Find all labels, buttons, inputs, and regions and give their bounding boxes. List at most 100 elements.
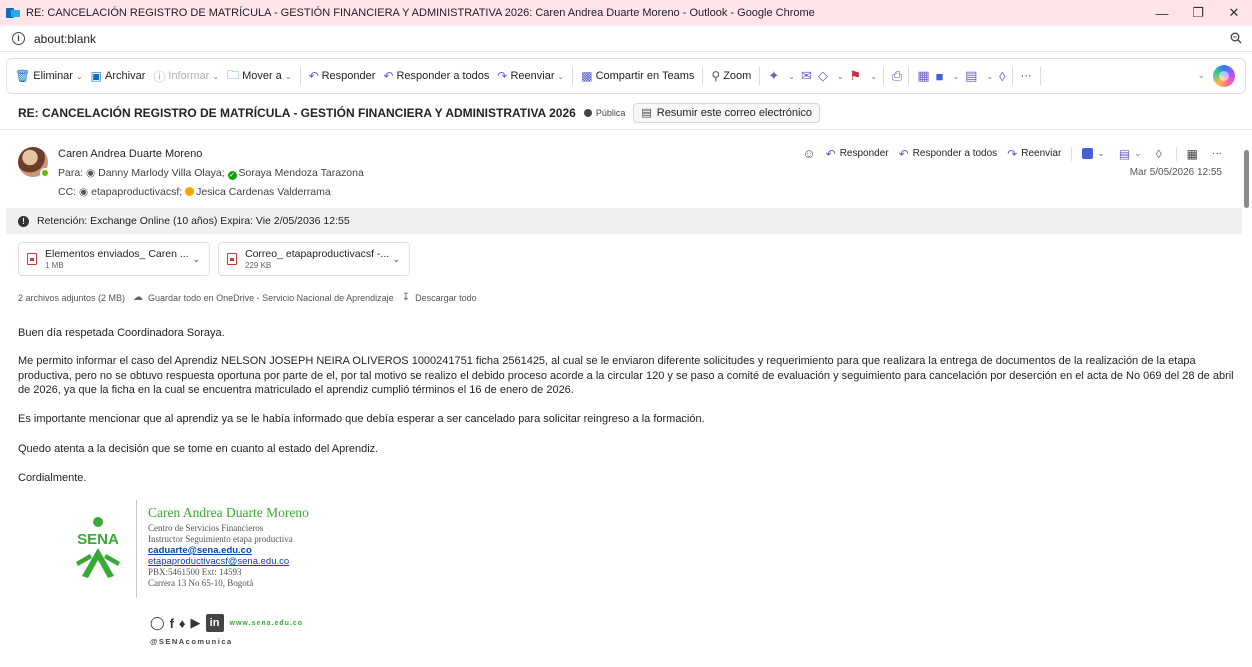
recipient-cc-2[interactable]: Jesica Cardenas Valderrama: [196, 186, 331, 198]
attachment-size: 229 KB: [245, 261, 272, 270]
summary-icon: ▤: [641, 107, 652, 119]
avatar[interactable]: [18, 147, 50, 178]
social-links: ◯ f ♦ ▶ in www.sena.edu.co: [150, 614, 303, 632]
retention-banner: ! Retención: Exchange Online (10 años) E…: [6, 208, 1242, 234]
chevron-down-icon[interactable]: ⌄: [986, 72, 993, 81]
planner-action[interactable]: ▤ ⌄: [1119, 147, 1146, 161]
toolbar-divider: [882, 67, 884, 85]
download-all-link[interactable]: Descargar todo: [415, 293, 477, 303]
download-icon: ↧: [401, 292, 411, 303]
minimize-button[interactable]: —: [1144, 0, 1180, 26]
website-link[interactable]: www.sena.edu.co: [230, 620, 303, 627]
chevron-down-icon: ⌄: [1097, 148, 1105, 158]
twitter-icon[interactable]: ♦: [179, 616, 186, 631]
message-date: Mar 5/05/2026 12:55: [1129, 167, 1222, 178]
close-button[interactable]: ✕: [1216, 0, 1252, 26]
apps-icon[interactable]: ▦: [917, 68, 929, 84]
email-link[interactable]: etapaproductivacsf@sena.edu.co: [148, 556, 309, 567]
print-icon[interactable]: ⎙: [892, 68, 902, 84]
archive-button[interactable]: ▣ Archivar: [91, 69, 146, 83]
subject-row: RE: CANCELACIÓN REGISTRO DE MATRÍCULA - …: [0, 96, 1252, 130]
chevron-down-icon[interactable]: ⌄: [192, 254, 200, 265]
scrollbar[interactable]: [1240, 130, 1252, 667]
chevron-down-icon[interactable]: ⌄: [558, 72, 565, 81]
trash-icon: 🗑: [15, 69, 31, 83]
chevron-down-icon[interactable]: ⌄: [285, 72, 292, 81]
tag-icon[interactable]: ◇: [818, 68, 828, 84]
linkedin-icon[interactable]: in: [205, 614, 224, 632]
copilot-icon[interactable]: [1213, 65, 1235, 87]
body-closing: Cordialmente.: [18, 472, 87, 484]
message-actions: ☺ ↶ Responder ↶ Responder a todos ↷ Reenvia…: [802, 146, 1222, 161]
reply-all-button[interactable]: ↶ Responder a todos: [383, 69, 489, 83]
apps-action[interactable]: ▦: [1187, 147, 1202, 161]
sena-logo: SENA: [76, 517, 120, 578]
forward-action-button[interactable]: ↷ Reenviar: [1007, 147, 1061, 161]
flag-icon[interactable]: ⚑: [850, 68, 862, 84]
more-options-button[interactable]: ···: [1021, 70, 1032, 82]
report-button[interactable]: ⓘ Informar ⌄: [153, 68, 219, 85]
zoom-button[interactable]: ⚲ Zoom: [711, 69, 751, 83]
loop-icon: ◊: [1155, 146, 1162, 161]
info-icon: !: [18, 215, 29, 227]
chevron-down-icon[interactable]: ⌄: [952, 72, 959, 81]
file-icon: [227, 253, 237, 265]
to-line: Para: ◉ Danny Marlody Villa Olaya; ✓ Sora…: [58, 167, 364, 180]
loop-action[interactable]: ◊: [1156, 147, 1166, 161]
forward-button[interactable]: ↷ Reenviar ⌄: [497, 69, 564, 83]
reply-action-button[interactable]: ↶ Responder: [826, 147, 889, 161]
chevron-down-icon: ⌄: [1134, 148, 1142, 158]
sena-logo-text: SENA: [77, 531, 119, 548]
recipient-status-icon: ◉: [79, 186, 89, 198]
save-onedrive-link[interactable]: Guardar todo en OneDrive - Servicio Naci…: [148, 293, 394, 303]
teams-icon: ▩: [581, 69, 593, 83]
chevron-down-icon[interactable]: ⌄: [392, 254, 400, 265]
info-icon[interactable]: i: [12, 32, 25, 45]
chevron-down-icon[interactable]: ⌄: [212, 72, 219, 81]
loop-icon[interactable]: ◊: [999, 69, 1005, 84]
attachment-size: 1 MB: [45, 261, 64, 270]
recipient-to-2[interactable]: Soraya Mendoza Tarazona: [239, 167, 364, 179]
toolbar-divider: [1039, 67, 1041, 85]
attachment-card[interactable]: Correo_ etapaproductivacsf -... 229 KB ⌄: [218, 242, 410, 276]
shield-icon: ⓘ: [153, 69, 166, 84]
pdf-action[interactable]: ⌄: [1082, 148, 1109, 159]
actions-divider: [1175, 146, 1177, 161]
attachment-card[interactable]: Elementos enviados_ Caren ... 1 MB ⌄: [18, 242, 210, 276]
message-subject: RE: CANCELACIÓN REGISTRO DE MATRÍCULA - …: [18, 105, 576, 120]
actions-divider: [1071, 146, 1073, 161]
reply-all-action-button[interactable]: ↶ Responder a todos: [899, 147, 998, 161]
url-field[interactable]: about:blank: [34, 32, 96, 46]
mark-unread-icon[interactable]: ✉: [801, 68, 812, 84]
recipient-cc-1[interactable]: etapaproductivacsf;: [91, 186, 182, 198]
share-teams-button[interactable]: ▩ Compartir en Teams: [581, 69, 694, 83]
zoom-icon[interactable]: [1230, 32, 1242, 44]
forward-icon: ↷: [1007, 146, 1018, 161]
chevron-down-icon[interactable]: ⌄: [837, 72, 844, 81]
restore-button[interactable]: ❐: [1180, 0, 1216, 26]
instagram-icon[interactable]: ◯: [150, 615, 165, 631]
chevron-down-icon[interactable]: ⌄: [788, 72, 795, 81]
facebook-icon[interactable]: f: [170, 616, 174, 631]
pdf-icon[interactable]: ■: [936, 69, 944, 84]
delete-button[interactable]: 🗑 Eliminar ⌄: [15, 69, 83, 83]
recipient-to-1[interactable]: Danny Marlody Villa Olaya;: [98, 167, 224, 179]
planner-icon[interactable]: ▤: [965, 68, 977, 84]
scrollbar-thumb[interactable]: [1244, 150, 1249, 208]
highlight-icon[interactable]: ✦: [768, 68, 779, 84]
reply-all-icon: ↶: [898, 146, 909, 161]
sender-name[interactable]: Caren Andrea Duarte Moreno: [58, 148, 202, 160]
email-link[interactable]: caduarte@sena.edu.co: [148, 545, 309, 556]
emoji-icon[interactable]: ☺: [802, 146, 815, 161]
file-icon: [27, 253, 37, 265]
chevron-down-icon[interactable]: ⌄: [76, 72, 83, 81]
youtube-icon[interactable]: ▶: [191, 615, 201, 631]
summarize-button[interactable]: ▤ Resumir este correo electrónico: [633, 102, 821, 123]
more-actions-button[interactable]: ···: [1212, 148, 1222, 159]
chevron-down-icon[interactable]: ⌄: [1197, 70, 1205, 81]
forward-icon: ↷: [497, 69, 508, 83]
reply-button[interactable]: ↶ Responder: [309, 69, 376, 83]
signature-address: Carrera 13 No 65-10, Bogotá: [148, 578, 254, 588]
chevron-down-icon[interactable]: ⌄: [870, 72, 877, 81]
move-button[interactable]: 🗀 Mover a ⌄: [227, 66, 291, 87]
